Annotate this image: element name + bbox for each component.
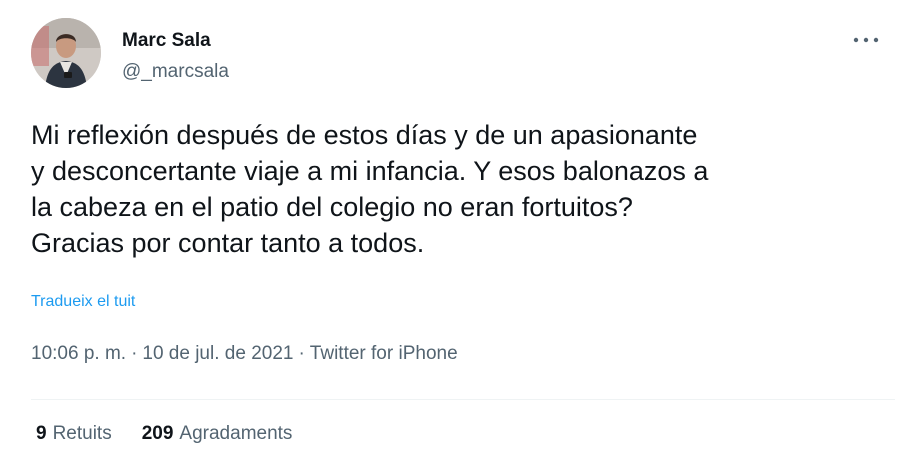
tweet-source[interactable]: Twitter for iPhone bbox=[310, 343, 458, 364]
author-name[interactable]: Marc Sala bbox=[122, 29, 211, 53]
separator: · bbox=[131, 343, 138, 364]
profile-photo-icon bbox=[31, 18, 101, 88]
tweet-text-line: Mi reflexión después de estos días y de … bbox=[31, 120, 698, 150]
avatar[interactable] bbox=[31, 18, 101, 88]
tweet-time[interactable]: 10:06 p. m. bbox=[31, 343, 126, 364]
tweet-text-line: Gracias por contar tanto a todos. bbox=[31, 228, 425, 258]
tweet-text-line: y desconcertante viaje a mi infancia. Y … bbox=[31, 156, 709, 186]
tweet-text-line: la cabeza en el patio del colegio no era… bbox=[31, 192, 633, 222]
likes-label: Agradaments bbox=[179, 423, 293, 444]
divider bbox=[31, 399, 895, 400]
tweet-metadata: 10:06 p. m. · 10 de jul. de 2021 · Twitter f… bbox=[31, 341, 458, 367]
more-options-button[interactable] bbox=[851, 30, 881, 50]
retweets-stat[interactable]: 9 Retuits bbox=[36, 421, 112, 447]
separator: · bbox=[298, 343, 305, 364]
likes-stat[interactable]: 209 Agradaments bbox=[142, 421, 293, 447]
translate-tweet-link[interactable]: Tradueix el tuit bbox=[31, 292, 135, 312]
more-horizontal-icon bbox=[853, 37, 879, 43]
retweets-count: 9 bbox=[36, 423, 47, 444]
likes-count: 209 bbox=[141, 423, 174, 444]
tweet-card: Marc Sala @_marcsala Mi reflexión despué… bbox=[0, 0, 909, 449]
author-handle[interactable]: @_marcsala bbox=[122, 60, 229, 84]
tweet-text: Mi reflexión después de estos días y de … bbox=[31, 117, 901, 261]
tweet-date[interactable]: 10 de jul. de 2021 bbox=[142, 343, 293, 364]
tweet-stats: 9 Retuits 209 Agradaments bbox=[36, 421, 292, 447]
retweets-label: Retuits bbox=[52, 423, 112, 444]
